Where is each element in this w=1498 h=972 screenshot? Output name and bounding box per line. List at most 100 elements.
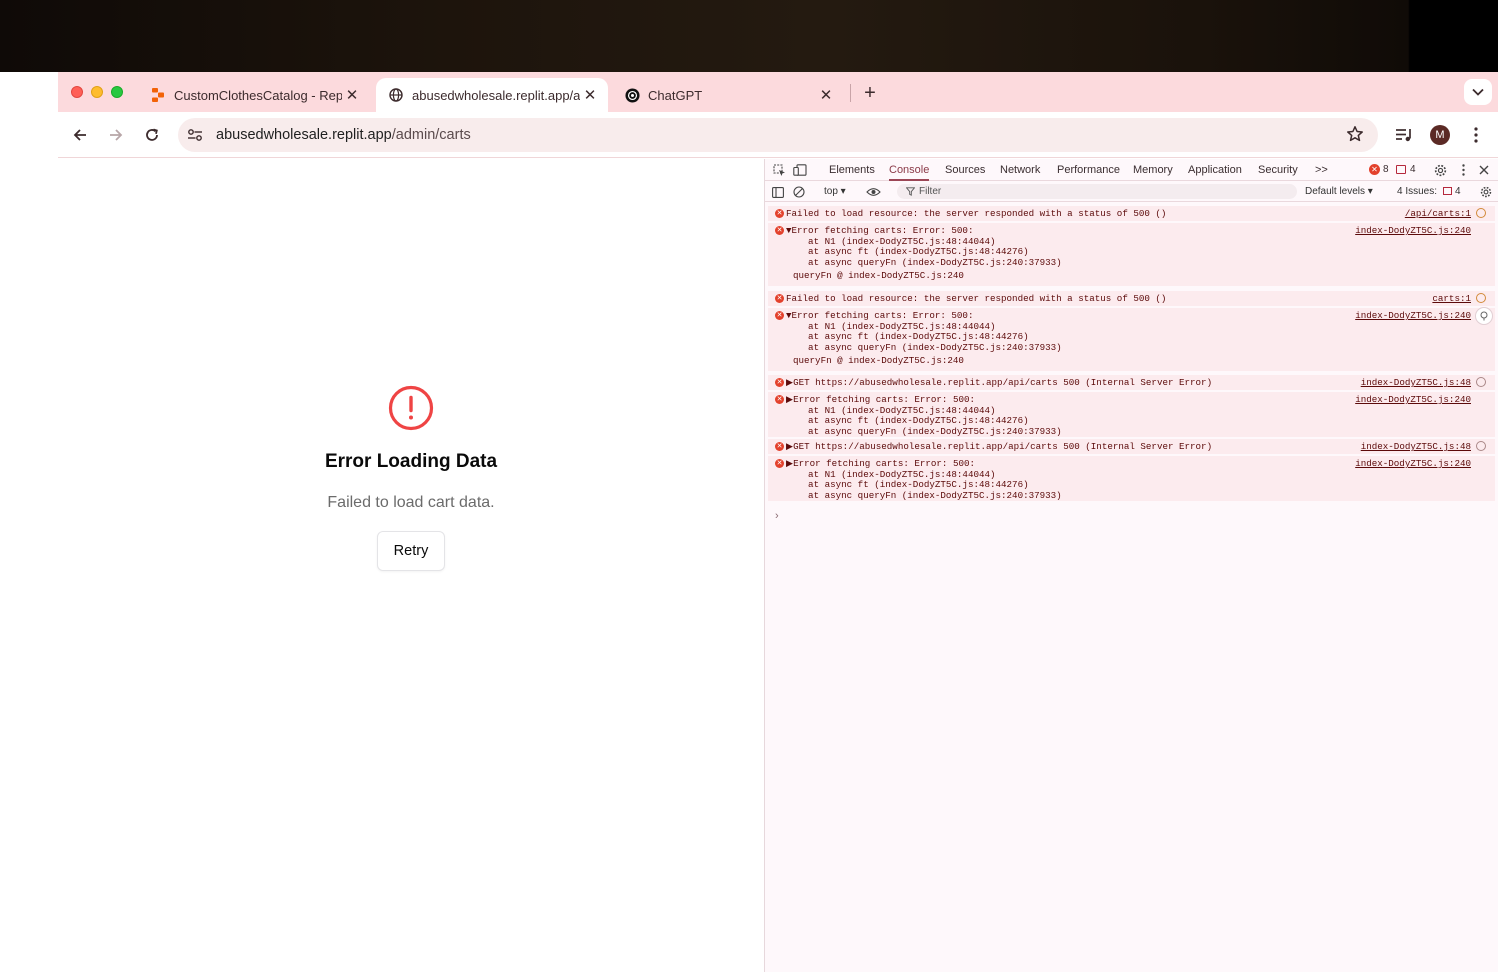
error-title: Error Loading Data bbox=[324, 451, 498, 472]
console-settings-gear-icon[interactable] bbox=[1478, 184, 1494, 200]
console-source-link[interactable]: carts:1 bbox=[1432, 293, 1471, 304]
filter-funnel-icon bbox=[906, 187, 915, 196]
close-devtools-icon[interactable] bbox=[1476, 162, 1492, 178]
media-controls-button[interactable] bbox=[1392, 123, 1416, 147]
tab-search-button[interactable] bbox=[1464, 79, 1492, 105]
console-source-link[interactable]: index-DodyZT5C.js:240 bbox=[1355, 394, 1471, 405]
console-error-group[interactable]: ✕ ▶Error fetching carts: Error: 500: at … bbox=[768, 456, 1495, 501]
network-request-icon[interactable] bbox=[1476, 293, 1486, 303]
address-bar[interactable]: abusedwholesale.replit.app/admin/carts bbox=[178, 118, 1378, 152]
context-selector[interactable]: top ▾ bbox=[824, 182, 846, 202]
console-message-text[interactable]: ▶GET https://abusedwholesale.replit.app/… bbox=[786, 377, 1212, 388]
network-request-icon[interactable] bbox=[1476, 441, 1486, 451]
live-expression-eye-icon[interactable] bbox=[865, 184, 881, 200]
devtools-tab-performance[interactable]: Performance bbox=[1057, 159, 1120, 181]
error-count[interactable]: 8 bbox=[1383, 159, 1389, 181]
devtools-tab-network[interactable]: Network bbox=[1000, 159, 1040, 181]
devtools-tab-console[interactable]: Console bbox=[889, 159, 930, 181]
stack-frame[interactable]: at async ft (index-DodyZT5C.js:48:44276) bbox=[786, 331, 1029, 342]
stack-frame[interactable]: at N1 (index-DodyZT5C.js:48:44044) bbox=[786, 405, 995, 416]
replit-icon bbox=[150, 87, 166, 103]
console-source-link[interactable]: index-DodyZT5C.js:240 bbox=[1355, 225, 1471, 236]
devtools-tab-memory[interactable]: Memory bbox=[1133, 159, 1173, 181]
network-request-icon[interactable] bbox=[1476, 377, 1486, 387]
console-filter-input[interactable]: Filter bbox=[897, 184, 1297, 199]
retry-button[interactable]: Retry bbox=[376, 531, 446, 571]
settings-gear-icon[interactable] bbox=[1432, 162, 1448, 178]
stack-frame[interactable]: at async queryFn (index-DodyZT5C.js:240:… bbox=[786, 257, 1062, 268]
console-prompt[interactable]: › bbox=[775, 510, 779, 522]
stack-frame[interactable]: at async queryFn (index-DodyZT5C.js:240:… bbox=[786, 342, 1062, 353]
devtools-tabbar: Elements Console Sources Network Perform… bbox=[765, 159, 1498, 181]
tab-replit[interactable]: CustomClothesCatalog - Replit ✕ bbox=[138, 78, 370, 112]
stack-frame[interactable]: queryFn @ index-DodyZT5C.js:240 bbox=[793, 270, 964, 281]
devtools-panel: Elements Console Sources Network Perform… bbox=[764, 159, 1498, 972]
stack-frame[interactable]: at N1 (index-DodyZT5C.js:48:44044) bbox=[786, 469, 995, 480]
back-button[interactable] bbox=[68, 123, 92, 147]
console-error-row[interactable]: ✕ ▶GET https://abusedwholesale.replit.ap… bbox=[768, 439, 1495, 454]
browser-toolbar: abusedwholesale.replit.app/admin/carts M bbox=[58, 112, 1498, 158]
console-source-link[interactable]: index-DodyZT5C.js:48 bbox=[1361, 377, 1471, 388]
ai-assistance-button[interactable] bbox=[1475, 307, 1493, 325]
console-error-group[interactable]: ✕ ▼Error fetching carts: Error: 500: at … bbox=[768, 308, 1495, 371]
clear-console-icon[interactable] bbox=[791, 184, 807, 200]
close-tab-icon[interactable]: ✕ bbox=[816, 85, 836, 105]
minimize-window-button[interactable] bbox=[91, 86, 103, 98]
error-icon: ✕ bbox=[775, 311, 784, 320]
sidebar-toggle-icon[interactable] bbox=[770, 184, 786, 200]
inspect-element-icon[interactable] bbox=[771, 162, 787, 178]
new-tab-button[interactable]: + bbox=[858, 81, 882, 105]
close-tab-icon[interactable]: ✕ bbox=[580, 85, 600, 105]
close-tab-icon[interactable]: ✕ bbox=[342, 85, 362, 105]
devtools-tab-elements[interactable]: Elements bbox=[829, 159, 875, 181]
console-message-text[interactable]: ▶GET https://abusedwholesale.replit.app/… bbox=[786, 441, 1212, 452]
stack-frame[interactable]: at N1 (index-DodyZT5C.js:48:44044) bbox=[786, 321, 995, 332]
alert-circle-icon bbox=[388, 385, 434, 431]
arrow-left-icon bbox=[73, 129, 86, 141]
forward-button[interactable] bbox=[104, 123, 128, 147]
stack-frame[interactable]: at async ft (index-DodyZT5C.js:48:44276) bbox=[786, 415, 1029, 426]
error-icon: ✕ bbox=[775, 209, 784, 218]
tab-chatgpt[interactable]: ChatGPT ✕ bbox=[612, 78, 844, 112]
console-message-text: ▼Error fetching carts: Error: 500: bbox=[786, 310, 974, 321]
devtools-tab-application[interactable]: Application bbox=[1188, 159, 1242, 181]
console-error-group[interactable]: ✕ ▶Error fetching carts: Error: 500: at … bbox=[768, 392, 1495, 437]
console-source-link[interactable]: index-DodyZT5C.js:240 bbox=[1355, 458, 1471, 469]
more-tabs-button[interactable]: >> bbox=[1315, 159, 1328, 181]
more-options-icon[interactable] bbox=[1455, 162, 1471, 178]
console-source-link[interactable]: /api/carts:1 bbox=[1405, 208, 1471, 219]
stack-frame[interactable]: at async ft (index-DodyZT5C.js:48:44276) bbox=[786, 479, 1029, 490]
log-levels-dropdown[interactable]: Default levels ▾ bbox=[1305, 182, 1373, 202]
devtools-tab-sources[interactable]: Sources bbox=[945, 159, 985, 181]
stack-frame[interactable]: queryFn @ index-DodyZT5C.js:240 bbox=[793, 355, 964, 366]
reload-button[interactable] bbox=[140, 123, 164, 147]
console-error-group[interactable]: ✕ ▼Error fetching carts: Error: 500: at … bbox=[768, 223, 1495, 286]
console-source-link[interactable]: index-DodyZT5C.js:240 bbox=[1355, 310, 1471, 321]
console-error-row[interactable]: ✕ ▶GET https://abusedwholesale.replit.ap… bbox=[768, 375, 1495, 390]
issues-count[interactable]: 4 bbox=[1455, 182, 1461, 202]
stack-frame[interactable]: at async queryFn (index-DodyZT5C.js:240:… bbox=[786, 490, 1062, 501]
issues-label[interactable]: 4 Issues: bbox=[1397, 182, 1437, 202]
warning-count[interactable]: 4 bbox=[1410, 159, 1416, 181]
close-window-button[interactable] bbox=[71, 86, 83, 98]
network-request-icon[interactable] bbox=[1476, 208, 1486, 218]
stack-frame[interactable]: at async ft (index-DodyZT5C.js:48:44276) bbox=[786, 246, 1029, 257]
maximize-window-button[interactable] bbox=[111, 86, 123, 98]
error-count-icon: ✕ bbox=[1369, 164, 1380, 175]
profile-avatar[interactable]: M bbox=[1430, 125, 1450, 145]
lightbulb-icon bbox=[1480, 311, 1488, 321]
console-error-row[interactable]: ✕ Failed to load resource: the server re… bbox=[768, 206, 1495, 221]
device-toolbar-icon[interactable] bbox=[792, 162, 808, 178]
console-message-text: ▼Error fetching carts: Error: 500: bbox=[786, 225, 974, 236]
tab-title: abusedwholesale.replit.app/admin/carts bbox=[412, 87, 580, 103]
bookmark-star-icon[interactable] bbox=[1346, 125, 1364, 148]
console-source-link[interactable]: index-DodyZT5C.js:48 bbox=[1361, 441, 1471, 452]
stack-frame[interactable]: at async queryFn (index-DodyZT5C.js:240:… bbox=[786, 426, 1062, 437]
browser-menu-button[interactable] bbox=[1464, 123, 1488, 147]
devtools-tab-security[interactable]: Security bbox=[1258, 159, 1298, 181]
error-icon: ✕ bbox=[775, 226, 784, 235]
tab-admin-carts[interactable]: abusedwholesale.replit.app/admin/carts ✕ bbox=[376, 78, 608, 112]
console-error-row[interactable]: ✕ Failed to load resource: the server re… bbox=[768, 291, 1495, 306]
site-settings-icon[interactable] bbox=[180, 120, 210, 150]
stack-frame[interactable]: at N1 (index-DodyZT5C.js:48:44044) bbox=[786, 236, 995, 247]
